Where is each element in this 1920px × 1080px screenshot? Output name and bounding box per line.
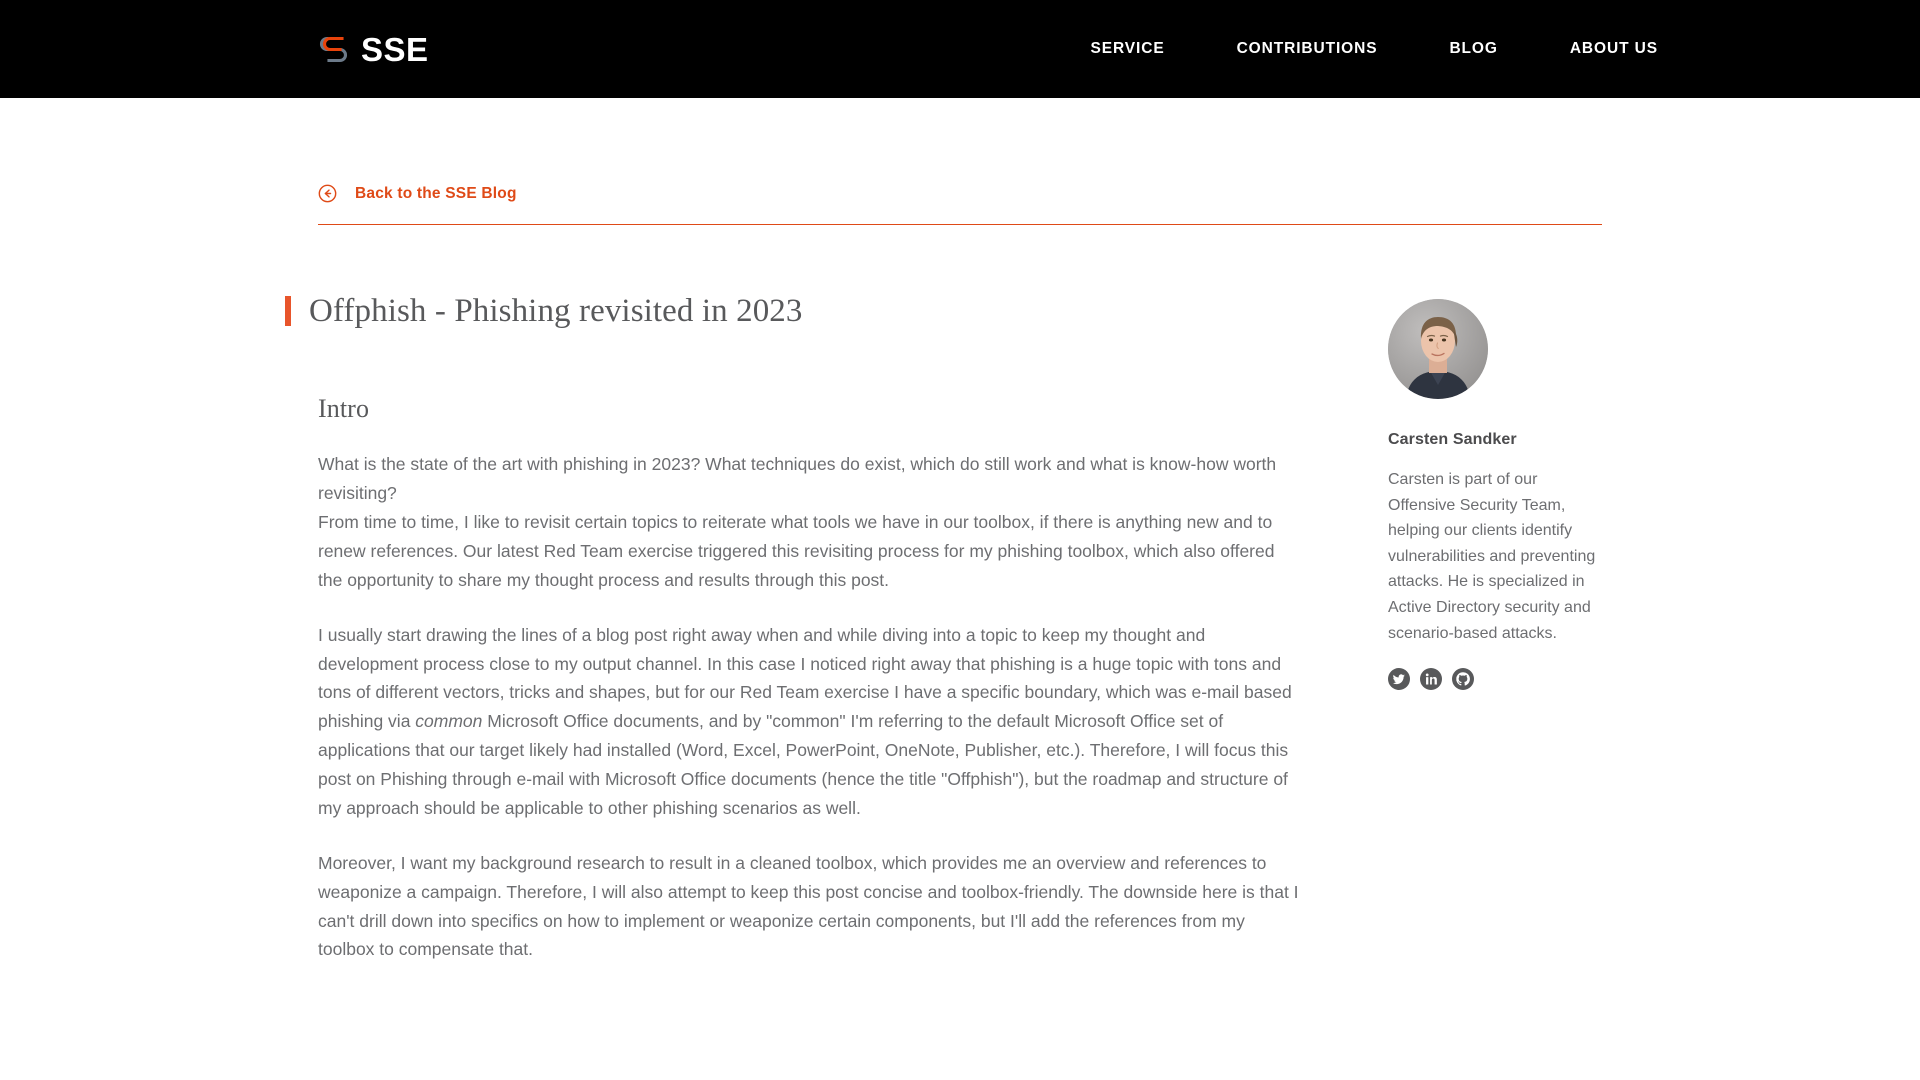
back-navigation: Back to the SSE Blog <box>318 98 1658 225</box>
author-sidebar: Carsten Sandker Carsten is part of our O… <box>1328 291 1602 964</box>
author-social-links <box>1388 668 1602 691</box>
page-title: Offphish - Phishing revisited in 2023 <box>309 293 803 329</box>
paragraph-2: From time to time, I like to revisit cer… <box>318 512 1275 590</box>
article: Offphish - Phishing revisited in 2023 In… <box>285 291 1328 964</box>
twitter-icon[interactable] <box>1388 668 1410 691</box>
back-to-blog-link[interactable]: Back to the SSE Blog <box>318 184 517 203</box>
author-bio: Carsten is part of our Offensive Securit… <box>1388 471 1596 642</box>
site-header: SSE SERVICE CONTRIBUTIONS BLOG ABOUT US <box>0 0 1920 98</box>
nav-item-contributions[interactable]: CONTRIBUTIONS <box>1237 40 1378 58</box>
paragraph-4: Moreover, I want my background research … <box>318 852 1299 960</box>
nav-item-service[interactable]: SERVICE <box>1091 40 1165 58</box>
main-nav: SERVICE CONTRIBUTIONS BLOG ABOUT US <box>1091 40 1658 58</box>
avatar <box>1388 299 1488 399</box>
page-body: Back to the SSE Blog Offphish - Phishing… <box>0 98 1920 965</box>
brand-logo-link[interactable]: SSE <box>318 32 429 66</box>
paragraph-3: I usually start drawing the lines of a b… <box>318 621 1303 823</box>
back-to-blog-label: Back to the SSE Blog <box>355 184 517 202</box>
linkedin-icon[interactable] <box>1420 668 1442 691</box>
author-name: Carsten Sandker <box>1388 431 1517 448</box>
paragraph-3-emphasis: common <box>415 711 483 732</box>
nav-item-blog[interactable]: BLOG <box>1449 40 1497 58</box>
content-grid: Offphish - Phishing revisited in 2023 In… <box>285 225 1658 964</box>
nav-item-about-us[interactable]: ABOUT US <box>1570 40 1658 58</box>
header-inner: SSE SERVICE CONTRIBUTIONS BLOG ABOUT US <box>0 32 1920 66</box>
github-icon[interactable] <box>1452 668 1474 691</box>
title-accent-bar <box>285 296 291 327</box>
section-heading-intro: Intro <box>318 394 370 424</box>
brand-text: SSE <box>361 30 429 68</box>
post-title-wrap: Offphish - Phishing revisited in 2023 <box>285 291 1328 332</box>
arrow-left-circle-icon <box>318 184 337 203</box>
sse-logo-icon <box>318 32 352 66</box>
paragraph-1: What is the state of the art with phishi… <box>318 454 1277 504</box>
